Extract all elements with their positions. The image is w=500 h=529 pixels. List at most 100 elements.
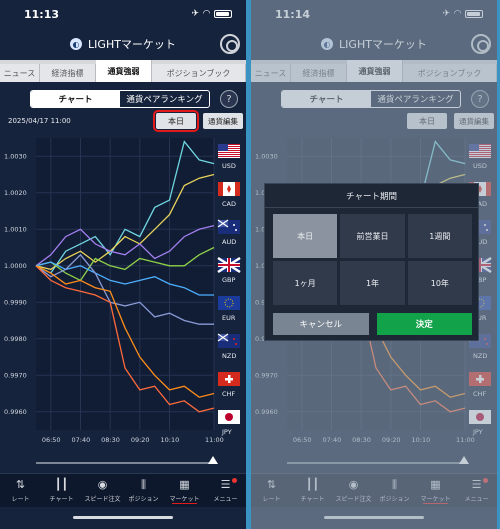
battery-icon xyxy=(465,10,483,18)
period-option-prev-day[interactable]: 前営業日 xyxy=(340,214,405,258)
nav-menu[interactable]: ☰ メニュー xyxy=(456,474,497,507)
tab-currency-strength[interactable]: 通貨強弱 xyxy=(347,60,403,82)
segment-chart[interactable]: チャート xyxy=(282,91,371,107)
period-option-1year[interactable]: 1年 xyxy=(340,261,405,305)
x-tick-label: 11:00 xyxy=(456,436,475,444)
legend-label-jpy: JPY xyxy=(472,428,483,436)
clock: 11:14 xyxy=(275,7,311,21)
wifi-icon: ◠ xyxy=(454,9,461,19)
view-segment: チャート 通貨ペアランキング xyxy=(30,90,210,108)
nav-speed-order[interactable]: ◉ スピード注文 xyxy=(333,474,374,507)
nav-market[interactable]: ▦ マーケット xyxy=(415,474,456,507)
screen-right: 11:14 ✈ ◠ ◐ LIGHTマーケット ニュース 経済指標 通貨強弱 ポジ… xyxy=(251,0,497,529)
y-tick-label: 1.0030 xyxy=(4,152,27,160)
nav-label: レート xyxy=(262,495,281,503)
battery-icon xyxy=(214,10,232,18)
tab-currency-strength[interactable]: 通貨強弱 xyxy=(96,60,152,82)
tab-news[interactable]: ニュース xyxy=(251,64,291,82)
y-tick-label: 0.9980 xyxy=(4,335,27,343)
gear-icon[interactable] xyxy=(220,34,240,54)
x-tick-label: 09:20 xyxy=(382,436,401,444)
nav-position[interactable]: ⫼ ポジション xyxy=(374,474,415,507)
confirm-button[interactable]: 決定 xyxy=(376,313,472,335)
x-tick-label: 10:10 xyxy=(412,436,431,444)
rate-icon: ⇅ xyxy=(266,478,277,491)
tab-position-book[interactable]: ポジションブック xyxy=(403,64,497,82)
tab-indicators[interactable]: 経済指標 xyxy=(40,64,96,82)
tab-indicators[interactable]: 経済指標 xyxy=(291,64,347,82)
y-tick-label: 1.0030 xyxy=(255,152,278,160)
cancel-button[interactable]: キャンセル xyxy=(273,313,369,335)
segment-ranking[interactable]: 通貨ペアランキング xyxy=(120,91,209,107)
position-icon: ⫼ xyxy=(391,477,398,491)
nav-speed-order[interactable]: ◉ スピード注文 xyxy=(82,474,123,507)
x-tick-label: 08:30 xyxy=(352,436,371,444)
tab-news[interactable]: ニュース xyxy=(0,64,40,82)
nav-chart[interactable]: ┃┃ チャート xyxy=(41,474,82,507)
gear-icon[interactable] xyxy=(471,34,491,54)
help-icon[interactable]: ? xyxy=(220,90,238,108)
strength-chart: 1.0030 1.0020 1.0010 1.0000 0.9990 0.9980 0.99… xyxy=(4,138,241,444)
flag-cad-icon xyxy=(218,182,240,196)
x-tick-label: 07:40 xyxy=(323,436,342,444)
y-tick-label: 0.9970 xyxy=(4,371,27,379)
flag-eur-icon xyxy=(218,296,240,310)
legend-label-nzd: NZD xyxy=(222,352,236,360)
nav-label: ポジション xyxy=(128,495,159,503)
app-header: ◐ LIGHTマーケット xyxy=(0,30,246,58)
y-tick-label: 0.9970 xyxy=(255,371,278,379)
legend-label-eur: EUR xyxy=(222,314,236,322)
time-slider-track[interactable] xyxy=(36,462,216,464)
nav-menu[interactable]: ☰ メニュー xyxy=(205,474,246,507)
flag-nzd-icon xyxy=(217,333,240,348)
flag-aud-icon xyxy=(217,219,240,234)
y-tick-label: 0.9990 xyxy=(4,298,27,306)
notification-badge xyxy=(483,478,488,483)
legend-label-gbp: GBP xyxy=(222,276,235,284)
segment-chart[interactable]: チャート xyxy=(31,91,120,107)
nav-market[interactable]: ▦ マーケット xyxy=(164,474,205,507)
app-title: LIGHTマーケット xyxy=(88,38,176,51)
x-tick-label: 08:30 xyxy=(101,436,120,444)
edit-currency-button[interactable]: 通貨編集 xyxy=(203,113,243,129)
y-tick-label: 1.0000 xyxy=(4,262,27,270)
flag-gbp-icon xyxy=(217,256,241,274)
nav-rate[interactable]: ⇅ レート xyxy=(251,474,292,507)
airplane-icon: ✈ xyxy=(191,9,200,19)
tab-bar: ニュース 経済指標 通貨強弱 ポジションブック xyxy=(0,60,246,82)
time-slider-handle[interactable] xyxy=(459,456,469,464)
airplane-icon: ✈ xyxy=(442,9,451,19)
nav-label: レート xyxy=(11,495,30,503)
period-option-1month[interactable]: 1ヶ月 xyxy=(273,261,338,305)
x-tick-label: 11:00 xyxy=(205,436,224,444)
nav-position[interactable]: ⫼ ポジション xyxy=(123,474,164,507)
notification-badge xyxy=(232,478,237,483)
candle-chart-icon: ┃┃ xyxy=(54,478,69,491)
legend-label-usd: USD xyxy=(473,162,487,170)
edit-currency-button[interactable]: 通貨編集 xyxy=(454,113,494,129)
period-button[interactable]: 本日 xyxy=(407,113,447,129)
nav-chart[interactable]: ┃┃ チャート xyxy=(292,474,333,507)
period-option-10year[interactable]: 10年 xyxy=(407,261,472,305)
legend-label-aud: AUD xyxy=(222,238,236,246)
segment-ranking[interactable]: 通貨ペアランキング xyxy=(371,91,460,107)
market-icon: ▦ xyxy=(179,478,190,491)
period-option-1week[interactable]: 1週間 xyxy=(407,214,472,258)
help-icon[interactable]: ? xyxy=(471,90,489,108)
time-slider-handle[interactable] xyxy=(208,456,218,464)
tab-position-book[interactable]: ポジションブック xyxy=(152,64,246,82)
period-option-today[interactable]: 本日 xyxy=(273,214,338,258)
y-tick-label: 0.9960 xyxy=(4,408,27,416)
time-slider-track[interactable] xyxy=(287,462,467,464)
flag-usd-icon xyxy=(469,144,491,158)
rate-icon: ⇅ xyxy=(15,478,26,491)
nav-label: チャート xyxy=(49,495,74,503)
dialog-title: チャート期間 xyxy=(265,184,478,208)
dialog-actions: キャンセル 決定 xyxy=(273,313,472,335)
nav-rate[interactable]: ⇅ レート xyxy=(0,474,41,507)
period-button[interactable]: 本日 xyxy=(153,110,199,132)
flag-chf-icon xyxy=(218,372,240,386)
status-bar: 11:13 ✈ ◠ xyxy=(0,0,246,28)
speed-order-icon: ◉ xyxy=(348,478,359,491)
period-options: 本日 前営業日 1週間 1ヶ月 1年 10年 xyxy=(273,214,472,305)
